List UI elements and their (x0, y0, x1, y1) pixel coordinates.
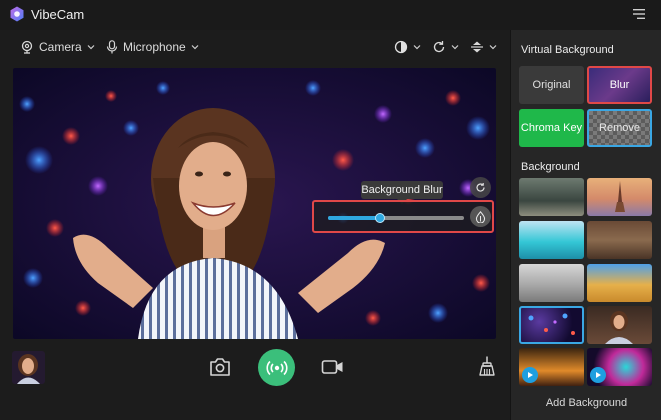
background-video-neon[interactable] (587, 348, 652, 386)
background-paris[interactable] (587, 178, 652, 216)
vb-option-blur[interactable]: Blur (587, 66, 652, 104)
right-sidebar: Virtual Background Original Blur Chroma … (510, 30, 661, 420)
camera-dropdown[interactable]: Camera (20, 40, 95, 54)
microphone-icon (106, 40, 118, 54)
chevron-down-icon (451, 45, 459, 50)
vb-option-label: Remove (599, 122, 640, 134)
bokeh-lights (528, 313, 575, 335)
droplet-icon (475, 210, 486, 223)
play-icon (522, 367, 538, 383)
vibecam-logo-icon (10, 6, 24, 22)
person-thumbnail (605, 311, 633, 344)
rotate-dropdown[interactable] (432, 40, 459, 54)
virtual-background-title: Virtual Background (521, 44, 614, 56)
chevron-down-icon (489, 45, 497, 50)
vb-option-label: Chroma Key (520, 122, 583, 134)
background-desert[interactable] (587, 264, 652, 302)
background-video-sunset[interactable] (519, 348, 584, 386)
vb-option-label: Blur (609, 79, 630, 91)
microphone-dropdown[interactable]: Microphone (106, 40, 199, 54)
blur-slider[interactable] (328, 213, 464, 223)
main-area: Camera Microphone Background Blur (0, 30, 510, 420)
toolbar: Camera Microphone (0, 30, 510, 66)
contrast-icon (394, 40, 408, 54)
blur-slider-panel (312, 200, 494, 233)
reset-icon (476, 183, 485, 192)
microphone-label: Microphone (123, 40, 186, 54)
capture-photo-icon[interactable] (209, 357, 231, 377)
blur-slider-fill (328, 216, 380, 220)
add-background-button[interactable]: Add Background (511, 390, 661, 420)
app-title: VibeCam (31, 7, 85, 22)
vb-option-label: Original (532, 79, 571, 91)
broadcast-icon (265, 360, 288, 375)
video-camera-icon[interactable] (321, 357, 344, 377)
blur-toggle-button[interactable] (470, 206, 491, 227)
background-person-preview[interactable] (587, 306, 652, 344)
go-live-button[interactable] (258, 349, 295, 386)
background-library[interactable] (587, 221, 652, 259)
background-blur-tooltip: Background Blur (361, 181, 443, 204)
hamburger-menu-icon[interactable] (633, 9, 645, 19)
chevron-down-icon (191, 45, 199, 50)
snapshot-thumbnail[interactable] (12, 351, 45, 384)
vb-option-chroma-key[interactable]: Chroma Key (519, 109, 584, 147)
bottom-controls (0, 308, 510, 386)
broom-icon[interactable] (476, 355, 498, 377)
blur-slider-thumb[interactable] (374, 213, 385, 223)
background-pool[interactable] (519, 221, 584, 259)
camera-icon (21, 40, 33, 54)
adjust-color-dropdown[interactable] (394, 40, 421, 54)
background-office[interactable] (519, 178, 584, 216)
vb-option-remove[interactable]: Remove (587, 109, 652, 147)
refresh-icon (433, 41, 445, 53)
reset-button[interactable] (470, 177, 491, 198)
background-bokeh-selected[interactable] (519, 306, 584, 344)
camera-label: Camera (39, 40, 82, 54)
vb-option-original[interactable]: Original (519, 66, 584, 104)
background-loft[interactable] (519, 264, 584, 302)
flip-icon (471, 41, 483, 53)
background-title: Background (521, 161, 580, 173)
chevron-down-icon (413, 45, 421, 50)
title-bar: VibeCam (0, 0, 661, 30)
play-icon (590, 367, 606, 383)
eiffel-tower-icon (615, 181, 625, 212)
flip-dropdown[interactable] (470, 40, 497, 54)
chevron-down-icon (87, 45, 95, 50)
thumbnail-image (12, 351, 45, 384)
